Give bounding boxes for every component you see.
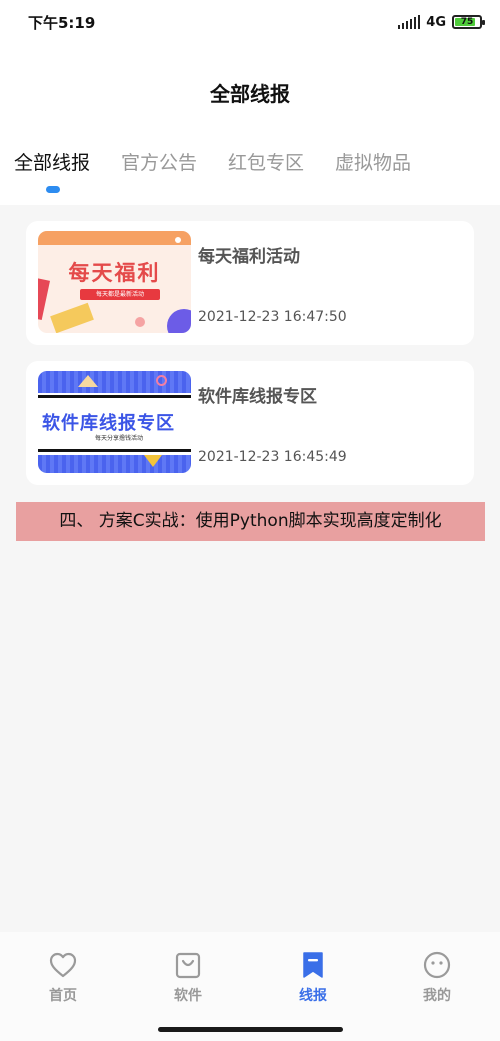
thumbnail-headline: 软件库线报专区 bbox=[42, 413, 175, 434]
thumbnail-caption: 每天分享撸钱活动 bbox=[94, 435, 143, 442]
nav-home[interactable]: 首页 bbox=[23, 950, 103, 1005]
list-item[interactable]: 每天福利 每天都是最新活动 每天福利活动 2021-12-23 16:47:50 bbox=[26, 221, 474, 345]
thumbnail-image: 每天福利 每天都是最新活动 bbox=[38, 231, 191, 333]
nav-label: 软件 bbox=[174, 988, 202, 1004]
nav-mine[interactable]: 我的 bbox=[397, 950, 477, 1005]
status-time: 下午5:19 bbox=[28, 14, 96, 32]
tab-all-tips[interactable]: 全部线报 bbox=[14, 148, 90, 175]
thumbnail-caption: 每天都是最新活动 bbox=[80, 289, 160, 300]
thumbnail-headline: 每天福利 bbox=[68, 261, 161, 285]
tab-official-notice[interactable]: 官方公告 bbox=[121, 148, 197, 175]
home-indicator[interactable] bbox=[158, 1027, 343, 1032]
bag-icon bbox=[175, 952, 201, 979]
list-item[interactable]: 软件库线报专区 每天分享撸钱活动 软件库线报专区 2021-12-23 16:4… bbox=[26, 361, 474, 485]
thumbnail-image: 软件库线报专区 每天分享撸钱活动 bbox=[38, 371, 191, 473]
card-date: 2021-12-23 16:45:49 bbox=[198, 449, 347, 465]
face-icon bbox=[423, 951, 451, 979]
signal-icon bbox=[398, 15, 421, 29]
nav-label: 首页 bbox=[49, 988, 77, 1004]
bookmark-icon bbox=[303, 952, 323, 978]
caption-banner: 四、 方案C实战：使用Python脚本实现高度定制化 bbox=[16, 502, 485, 541]
battery-percent: 75 bbox=[460, 17, 474, 27]
card-title: 每天福利活动 bbox=[198, 247, 300, 267]
nav-label: 我的 bbox=[423, 988, 451, 1004]
nav-tips[interactable]: 线报 bbox=[273, 950, 353, 1005]
page-title: 全部线报 bbox=[210, 82, 290, 106]
tab-virtual-goods[interactable]: 虚拟物品 bbox=[335, 148, 411, 175]
card-date: 2021-12-23 16:47:50 bbox=[198, 309, 347, 325]
card-title: 软件库线报专区 bbox=[198, 387, 317, 407]
heart-icon bbox=[49, 952, 77, 978]
battery-icon: 75 bbox=[452, 15, 485, 29]
tab-red-packet[interactable]: 红包专区 bbox=[228, 148, 304, 175]
nav-label: 线报 bbox=[299, 988, 327, 1004]
bottom-nav: 首页 软件 线报 我的 bbox=[0, 932, 500, 1041]
status-bar: 下午5:19 4G 75 bbox=[0, 0, 500, 44]
nav-software[interactable]: 软件 bbox=[148, 950, 228, 1005]
tab-bar: 全部线报 官方公告 红包专区 虚拟物品 bbox=[0, 148, 500, 198]
status-indicators: 4G 75 bbox=[398, 12, 485, 32]
network-type: 4G bbox=[426, 14, 446, 30]
tab-indicator bbox=[46, 186, 60, 193]
